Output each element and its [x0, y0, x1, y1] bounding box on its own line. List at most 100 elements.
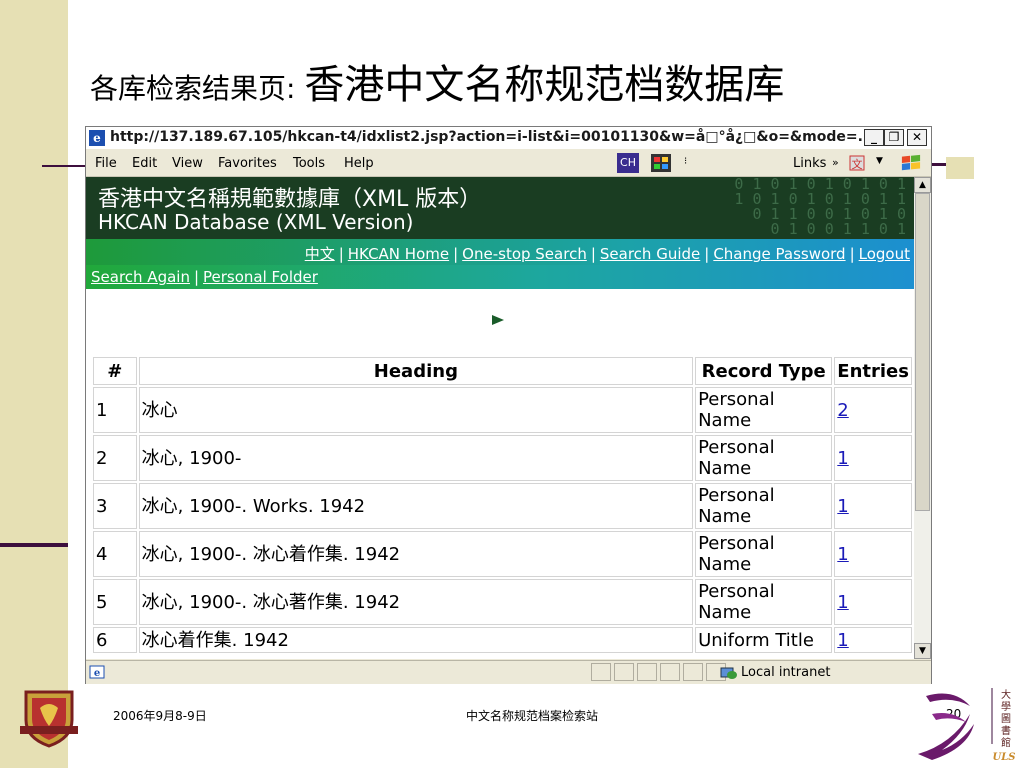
header-record-type: Record Type: [695, 357, 833, 385]
page-status-icon: e: [89, 665, 105, 679]
windows-logo-icon: [901, 154, 921, 171]
row-entries-link[interactable]: 1: [837, 448, 848, 469]
row-number: 6: [93, 627, 137, 653]
row-record-type: Uniform Title: [695, 627, 833, 653]
table-header-row: # Heading Record Type Entries: [93, 357, 912, 385]
svg-text:ULS: ULS: [993, 752, 1016, 763]
header-heading: Heading: [138, 357, 694, 385]
row-entries-link[interactable]: 1: [837, 544, 848, 565]
table-row: 5 冰心, 1900-. 冰心著作集. 1942 Personal Name 1: [93, 579, 912, 625]
links-label[interactable]: Links: [793, 156, 826, 171]
ime-icon[interactable]: [650, 153, 672, 173]
sub-nav: Search Again | Personal Folder: [86, 265, 914, 289]
svg-text:書: 書: [1001, 724, 1011, 737]
row-heading: 冰心, 1900-. 冰心著作集. 1942: [138, 579, 694, 625]
university-crest-icon: [20, 690, 78, 748]
row-heading: 冰心: [138, 387, 694, 433]
svg-text:e: e: [93, 131, 101, 145]
nav-one-stop-search[interactable]: One-stop Search: [462, 245, 587, 263]
binary-decor: 0 1 0 1 0 1 0 1 0 1 1 0 1 0 1 0 1 0 1 1 …: [734, 177, 906, 238]
scroll-thumb[interactable]: [915, 193, 930, 511]
row-number: 5: [93, 579, 137, 625]
personal-folder-link[interactable]: Personal Folder: [203, 268, 318, 286]
slide-title-prefix: 各库检索结果页:: [90, 72, 305, 105]
menu-file[interactable]: File: [95, 156, 117, 171]
table-row: 1 冰心 Personal Name 2: [93, 387, 912, 433]
table-row: 3 冰心, 1900-. Works. 1942 Personal Name 1: [93, 483, 912, 529]
nav-logout[interactable]: Logout: [859, 245, 910, 263]
scroll-up-arrow-icon[interactable]: ▲: [914, 177, 931, 193]
menu-bar: File Edit View Favorites Tools Help CH ⁝…: [86, 150, 931, 177]
svg-text:學: 學: [1001, 700, 1011, 713]
banner-title-chinese: 香港中文名稱規範數據庫（XML 版本）: [98, 187, 482, 212]
library-logo-icon: 大 學 圖 書 館 ULS: [918, 688, 1016, 763]
scroll-down-arrow-icon[interactable]: ▼: [914, 643, 931, 659]
window-title-url: http://137.189.67.105/hkcan-t4/idxlist2.…: [110, 129, 874, 145]
header-number: #: [93, 357, 137, 385]
browser-titlebar: e http://137.189.67.105/hkcan-t4/idxlist…: [86, 127, 931, 149]
search-again-link[interactable]: Search Again: [91, 268, 190, 286]
menu-favorites[interactable]: Favorites: [218, 156, 277, 171]
row-number: 4: [93, 531, 137, 577]
minimize-button[interactable]: _: [864, 129, 884, 146]
browser-window: e http://137.189.67.105/hkcan-t4/idxlist…: [85, 126, 932, 684]
row-number: 2: [93, 435, 137, 481]
row-record-type: Personal Name: [695, 483, 833, 529]
row-heading: 冰心, 1900-. 冰心着作集. 1942: [138, 531, 694, 577]
ie-icon: e: [89, 130, 105, 146]
table-row: 6 冰心着作集. 1942 Uniform Title 1: [93, 627, 912, 653]
nav-hkcan-home[interactable]: HKCAN Home: [348, 245, 449, 263]
menu-tools[interactable]: Tools: [293, 156, 325, 171]
footer-center-text: 中文名称规范档案检索站: [466, 709, 599, 723]
chevron-right-icon[interactable]: »: [832, 156, 839, 169]
slide-title: 各库检索结果页: 香港中文名称规范档数据库: [90, 52, 784, 110]
toolbar-options-icon[interactable]: ⁝: [684, 156, 687, 167]
nav-search-guide[interactable]: Search Guide: [600, 245, 700, 263]
row-number: 1: [93, 387, 137, 433]
nav-change-password[interactable]: Change Password: [713, 245, 845, 263]
intranet-zone-icon: [720, 667, 737, 679]
menu-help[interactable]: Help: [344, 156, 374, 171]
row-heading: 冰心, 1900-. Works. 1942: [138, 483, 694, 529]
row-entries-link[interactable]: 1: [837, 592, 848, 613]
status-cell: [591, 663, 611, 681]
slide-title-main: 香港中文名称规范档数据库: [304, 62, 785, 108]
row-record-type: Personal Name: [695, 579, 833, 625]
row-heading: 冰心着作集. 1942: [138, 627, 694, 653]
row-entries-link[interactable]: 1: [837, 630, 848, 651]
svg-text:e: e: [94, 668, 100, 679]
svg-text:大: 大: [1001, 688, 1011, 701]
security-zone-label: Local intranet: [741, 665, 831, 680]
left-rule: [0, 543, 68, 547]
status-cell: [683, 663, 703, 681]
left-decor-band: [0, 0, 68, 768]
status-cell: [614, 663, 634, 681]
restore-button[interactable]: ❐: [884, 129, 904, 146]
table-row: 4 冰心, 1900-. 冰心着作集. 1942 Personal Name 1: [93, 531, 912, 577]
vertical-scrollbar[interactable]: ▲ ▼: [914, 177, 931, 659]
menu-view[interactable]: View: [172, 156, 203, 171]
title-rule-left: [42, 165, 90, 167]
row-entries-link[interactable]: 2: [837, 400, 848, 421]
nav-chinese[interactable]: 中文: [305, 245, 335, 263]
header-entries: Entries: [834, 357, 912, 385]
svg-text:文: 文: [852, 157, 863, 171]
results-table: # Heading Record Type Entries 1 冰心 Perso…: [91, 355, 914, 655]
row-entries-link[interactable]: 1: [837, 496, 848, 517]
status-cell: [637, 663, 657, 681]
menu-edit[interactable]: Edit: [132, 156, 157, 171]
chevron-down-icon[interactable]: ▼: [876, 156, 883, 166]
svg-text:圖: 圖: [1001, 713, 1011, 725]
language-ch-button[interactable]: CH: [617, 153, 639, 173]
close-button[interactable]: ✕: [907, 129, 927, 146]
table-row: 2 冰心, 1900- Personal Name 1: [93, 435, 912, 481]
footer-date: 2006年9月8-9日: [113, 709, 207, 723]
svg-text:館: 館: [1001, 736, 1011, 749]
row-heading: 冰心, 1900-: [138, 435, 694, 481]
next-arrow-icon[interactable]: [492, 315, 504, 325]
status-bar: e Local intranet: [86, 660, 931, 684]
row-number: 3: [93, 483, 137, 529]
translate-icon[interactable]: 文: [848, 153, 868, 173]
right-decor-square: [946, 157, 974, 179]
row-record-type: Personal Name: [695, 387, 833, 433]
